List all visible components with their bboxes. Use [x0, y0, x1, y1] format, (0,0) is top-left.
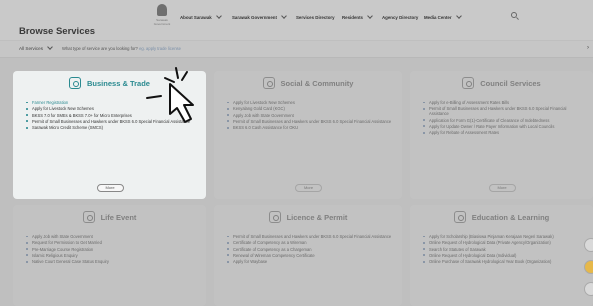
service-link[interactable]: Permit of Small Businesses and Hawkers u… [227, 119, 392, 124]
feedback-button[interactable] [584, 260, 593, 274]
handshake-icon [69, 77, 82, 89]
chevron-down-icon [455, 13, 462, 19]
service-list: Apply Job with State Government Request … [26, 234, 196, 265]
dropdown-label: All Services [19, 46, 43, 51]
service-link[interactable]: Native Court General Case Status Enquiry [26, 259, 196, 264]
crest-icon [157, 4, 167, 16]
page-title: Browse Services [19, 26, 96, 37]
filter-toggle-icon[interactable]: › [587, 45, 589, 51]
card-education-learning[interactable]: Education & Learning Apply for Scholarsh… [410, 205, 593, 306]
nav-residents[interactable]: Residents [342, 13, 373, 20]
chevron-down-icon [367, 13, 373, 19]
search-prompt: What type of service are you looking for… [62, 46, 138, 51]
service-link[interactable]: Apply for Rebate of Assessment Rates [423, 130, 583, 135]
card-council-services[interactable]: Council Services Apply for e-Billing of … [410, 71, 593, 199]
nav-agency-directory[interactable]: Agency Directory [382, 15, 418, 20]
service-link[interactable]: Kenyalang Gold Card (KGC) [227, 106, 392, 111]
nav-label: Residents [342, 15, 363, 20]
nav-sarawak-government[interactable]: Sarawak Government [232, 13, 287, 20]
nav-label: Agency Directory [382, 15, 419, 20]
chevron-down-icon [47, 44, 53, 50]
council-icon [462, 77, 475, 89]
page: Sarawak Government About Sarawak Sarawak… [0, 0, 593, 306]
card-licence-permit[interactable]: Licence & Permit Permit of Small Busines… [214, 205, 402, 306]
card-title: Education & Learning [410, 211, 593, 223]
service-list: Permit of Small Businesses and Hawkers u… [227, 234, 392, 265]
more-button[interactable]: More [488, 184, 516, 192]
nav-media-center[interactable]: Media Center [424, 13, 462, 20]
service-link[interactable]: Certificate of Competency as a Wireman [227, 240, 392, 245]
top-navigation: Sarawak Government About Sarawak Sarawak… [0, 0, 593, 40]
card-title: Life Event [13, 211, 206, 223]
service-link[interactable]: Request for Permission to Get Married [26, 240, 196, 245]
service-link[interactable]: Apply Job with State Government [227, 113, 392, 118]
more-button[interactable]: More [295, 184, 322, 192]
calendar-icon [82, 211, 95, 223]
service-list: Apply for e-Billing of Assessment Rates … [423, 100, 583, 136]
service-link[interactable]: Pre-Marriage Course Registration [26, 247, 196, 252]
card-title: Social & Community [214, 77, 402, 89]
accessibility-button[interactable] [584, 238, 593, 252]
service-link[interactable]: Apply Job with State Government [26, 234, 196, 239]
service-search-input[interactable]: What type of service are you looking for… [62, 46, 181, 51]
mouse-cursor-icon [146, 67, 194, 123]
card-social-community[interactable]: Social & Community Apply for Livestock N… [214, 71, 402, 199]
card-title-text: Council Services [480, 78, 541, 88]
nav-about-sarawak[interactable]: About Sarawak [180, 13, 222, 20]
service-link[interactable]: Permit of Small Businesses and Hawkers u… [423, 106, 583, 116]
logo-text: Sarawak Government [153, 18, 171, 26]
service-link[interactable]: Application for Form G(1)-Certificate of… [423, 118, 583, 123]
card-title-text: Life Event [100, 212, 137, 222]
card-title-text: Education & Learning [471, 212, 550, 222]
service-link[interactable]: Apply for Waybase [227, 259, 392, 264]
community-icon [262, 77, 275, 89]
service-filter-bar: All Services What type of service are yo… [0, 41, 593, 58]
nav-services-directory[interactable]: Services Directory [296, 15, 335, 20]
service-link[interactable]: Islamic Religious Enquiry [26, 253, 196, 258]
service-link[interactable]: Search for Statutes of Sarawak [423, 247, 583, 252]
nav-label: About Sarawak [180, 15, 212, 20]
licence-icon [268, 211, 281, 223]
education-icon [453, 211, 466, 223]
service-list: Apply for Scholarship (Biasiswa Pinjaman… [423, 234, 583, 265]
more-button[interactable]: More [96, 184, 124, 192]
service-link[interactable]: Online Purchase of Sarawak Hydrological … [423, 259, 583, 264]
nav-label: Media Center [424, 15, 452, 20]
search-example: eg. apply trade license [139, 46, 181, 51]
card-title: Council Services [410, 77, 593, 89]
search-icon[interactable] [511, 12, 520, 21]
card-title: Licence & Permit [214, 211, 402, 223]
sarawak-government-logo[interactable]: Sarawak Government [150, 4, 174, 30]
service-link[interactable]: Certificate of Competency as a Chargeman [227, 247, 392, 252]
chevron-down-icon [215, 13, 222, 19]
service-link[interactable]: Apply for e-Billing of Assessment Rates … [423, 100, 583, 105]
card-life-event[interactable]: Life Event Apply Job with State Governme… [13, 205, 206, 306]
all-services-dropdown[interactable]: All Services [19, 44, 53, 51]
chevron-down-icon [281, 13, 287, 19]
service-list: Apply for Livestock New Schemes Kenyalan… [227, 100, 392, 131]
service-link[interactable]: Online Request of Hydrological Data (Pri… [423, 240, 583, 245]
card-title-text: Business & Trade [87, 78, 150, 88]
nav-label: Sarawak Government [232, 15, 277, 20]
chat-button[interactable] [584, 282, 593, 296]
card-title-text: Social & Community [280, 78, 354, 88]
service-link[interactable]: BKSS 6.0 Cash Assistance for OKU [227, 125, 392, 130]
service-link[interactable]: Apply for Scholarship (Biasiswa Pinjaman… [423, 234, 583, 239]
service-link[interactable]: Permit of Small Businesses and Hawkers u… [227, 234, 392, 239]
service-link[interactable]: Apply for Livestock New Schemes [227, 100, 392, 105]
card-title-text: Licence & Permit [286, 212, 348, 222]
service-link[interactable]: Apply for Update Owner / Rate Payer Info… [423, 124, 583, 129]
service-link[interactable]: Online Request of Hydrological Data (Ind… [423, 253, 583, 258]
nav-label: Services Directory [296, 15, 335, 20]
service-link[interactable]: Renewal of Wireman Competency Certificat… [227, 253, 392, 258]
